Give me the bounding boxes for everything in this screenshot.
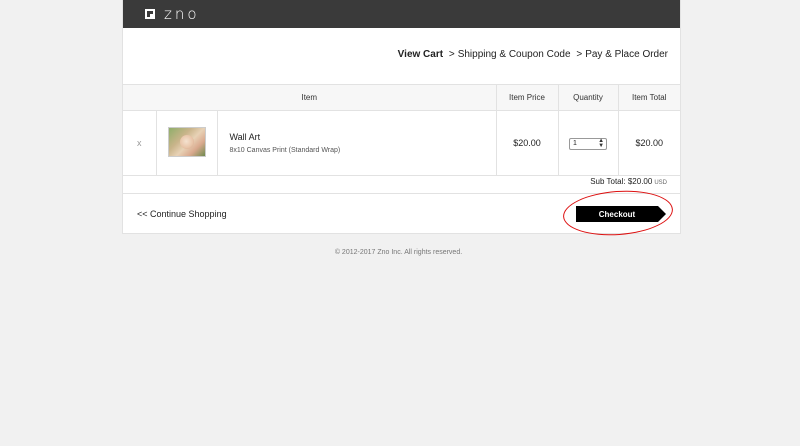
thumbnail-cell — [155, 110, 217, 176]
step-pay: Pay & Place Order — [585, 49, 668, 60]
remove-item-button[interactable]: x — [123, 110, 156, 176]
subtotal: Sub Total: $20.00 USD — [590, 177, 667, 186]
subtotal-value: $20.00 — [627, 177, 653, 186]
quantity-value: 1 — [573, 139, 577, 147]
table-header-row: Item Item Price Quantity Item Total — [123, 84, 681, 111]
item-price: $20.00 — [495, 110, 559, 176]
item-info: Wall Art 8x10 Canvas Print (Standard Wra… — [216, 110, 497, 176]
header-item: Item — [123, 84, 497, 111]
subtotal-row: Sub Total: $20.00 USD — [123, 171, 680, 194]
step-shipping: Shipping & Coupon Code — [457, 49, 571, 60]
table-row: x Wall Art 8x10 Canvas Print (Standard W… — [123, 110, 681, 176]
step-separator: > — [448, 49, 455, 60]
continue-shopping-link[interactable]: << Continue Shopping — [137, 209, 227, 219]
stepper-arrows-icon[interactable]: ▲ ▼ — [598, 138, 604, 149]
quantity-stepper[interactable]: 1 ▲ ▼ — [569, 137, 608, 150]
quantity-cell: 1 ▲ ▼ — [557, 110, 619, 176]
item-total: $20.00 — [617, 110, 681, 176]
header-price: Item Price — [495, 84, 559, 111]
header-quantity: Quantity — [557, 84, 619, 111]
checkout-steps: View Cart > Shipping & Coupon Code > Pay &… — [398, 49, 668, 60]
logo-text: zno — [164, 5, 200, 23]
zno-logo-icon — [145, 9, 155, 19]
item-description: 8x10 Canvas Print (Standard Wrap) — [229, 147, 341, 154]
header-total: Item Total — [617, 84, 681, 111]
top-bar: zno — [123, 0, 680, 28]
product-thumbnail[interactable] — [167, 127, 206, 157]
cart-panel: zno View Cart > Shipping & Coupon Code > P… — [122, 0, 681, 239]
cart-table: Item Item Price Quantity Item Total x Wa… — [123, 84, 681, 176]
step-view-cart: View Cart — [397, 49, 444, 60]
highlight-ring — [561, 187, 675, 239]
zno-logo[interactable]: zno — [145, 5, 200, 23]
subtotal-currency: USD — [654, 180, 667, 186]
step-separator: > — [576, 49, 583, 60]
subtotal-label: Sub Total: — [590, 177, 626, 186]
footer-copyright: © 2012-2017 Zno Inc. All rights reserved… — [334, 249, 463, 256]
item-name[interactable]: Wall Art — [230, 132, 495, 142]
